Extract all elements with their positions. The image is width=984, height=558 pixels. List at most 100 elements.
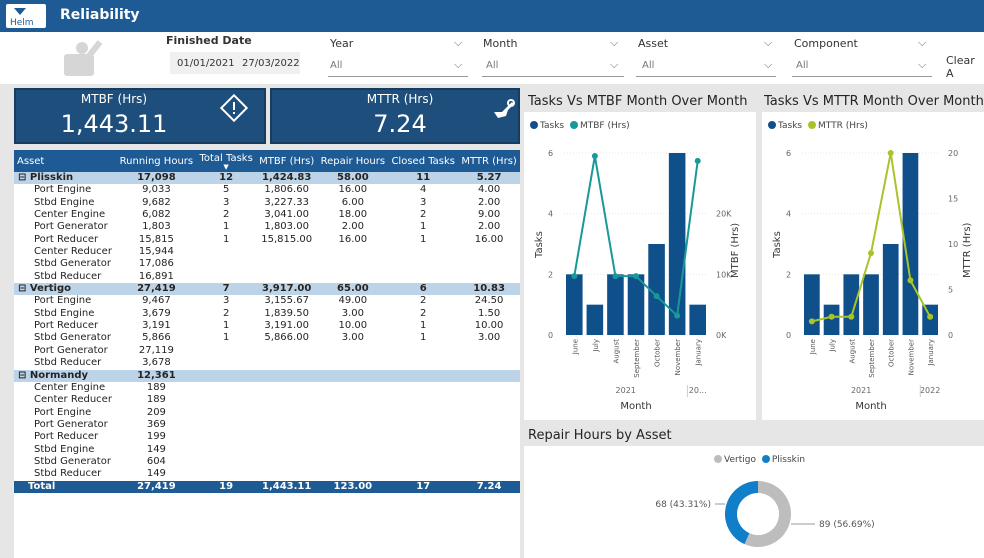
year-dropdown[interactable]: All xyxy=(330,60,342,71)
col-header-running-hours[interactable]: Running Hours xyxy=(116,150,197,172)
line-point xyxy=(828,313,835,320)
table-row[interactable]: Port Reducer 3,191 1 3,191.00 10.00 1 10.00 xyxy=(14,320,520,332)
legend-dot xyxy=(761,455,770,463)
table-row[interactable]: Stbd Generator 604 xyxy=(14,456,520,468)
table-cell xyxy=(317,456,388,468)
table-cell: 3,227.33 xyxy=(264,196,309,208)
group-name-cell[interactable]: ⊟ Normandy xyxy=(14,369,117,382)
table-row[interactable]: Center Engine 189 xyxy=(14,382,520,394)
table-row[interactable]: Port Generator 369 xyxy=(14,419,520,431)
table-cell: 10.83 xyxy=(458,283,520,296)
date-to-input[interactable]: 27/03/2022 xyxy=(242,58,300,69)
table-group-row[interactable]: ⊟ Plisskin 17,098 12 1,424.83 58.00 11 5.27 xyxy=(14,172,520,185)
collapse-icon[interactable]: ⊟ xyxy=(18,370,30,381)
table-row[interactable]: Stbd Engine 149 xyxy=(14,444,520,456)
col-header-mtbf[interactable]: MTBF (Hrs) xyxy=(255,150,318,172)
table-row[interactable]: Stbd Generator 17,086 xyxy=(14,258,520,270)
table-group-row[interactable]: ⊟ Normandy 12,361 xyxy=(14,369,520,382)
table-cell: 3,155.67 xyxy=(264,295,309,307)
filter-bar: Finished Date 01/01/2021 27/03/2022 Year… xyxy=(0,32,984,84)
mttr-value: 7.24 xyxy=(373,110,427,138)
group-name-cell[interactable]: ⊟ Plisskin xyxy=(14,172,117,185)
table-row[interactable]: Center Reducer 15,944 xyxy=(14,246,520,258)
table-row[interactable]: Center Reducer 189 xyxy=(14,394,520,406)
table-row[interactable]: Port Engine 9,467 3 3,155.67 49.00 2 24.50 xyxy=(14,295,520,307)
col-header-repair-hours[interactable]: Repair Hours xyxy=(317,150,389,172)
table-cell xyxy=(196,258,256,270)
table-row[interactable]: Port Reducer 15,815 1 15,815.00 16.00 1 16.00 xyxy=(14,234,520,246)
table-row[interactable]: Stbd Reducer 149 xyxy=(14,468,520,480)
table-cell xyxy=(196,246,256,258)
col-header-mttr[interactable]: MTTR (Hrs) xyxy=(458,150,520,172)
table-cell: 3.00 xyxy=(341,332,364,344)
component-dropdown[interactable]: All xyxy=(796,60,808,71)
chevron-down-icon[interactable]: ⌵ xyxy=(610,36,618,50)
table-cell: 3.00 xyxy=(477,332,501,344)
table-row[interactable]: Stbd Generator 5,866 1 5,866.00 3.00 1 3.00 xyxy=(14,332,520,344)
chevron-down-icon[interactable]: ⌵ xyxy=(764,58,772,72)
table-cell: Stbd Reducer xyxy=(34,270,102,282)
chevron-down-icon[interactable]: ⌵ xyxy=(918,36,926,50)
table-cell: Stbd Generator xyxy=(34,332,111,344)
line-point xyxy=(808,318,815,325)
table-cell xyxy=(388,431,458,443)
chevron-down-icon[interactable]: ⌵ xyxy=(918,58,926,72)
col-header-asset[interactable]: Asset xyxy=(14,150,117,172)
table-cell xyxy=(196,394,256,406)
clear-all-button[interactable]: Clear A xyxy=(946,54,984,80)
date-from-input[interactable]: 01/01/2021 xyxy=(177,58,235,69)
chevron-down-icon[interactable]: ⌵ xyxy=(454,58,462,72)
col-header-total-tasks[interactable]: Total Tasks ▼ xyxy=(196,150,256,172)
table-cell xyxy=(317,407,388,419)
col-header-closed-tasks[interactable]: Closed Tasks xyxy=(388,150,459,172)
table-row[interactable]: Port Reducer 199 xyxy=(14,431,520,443)
year-label: 20... xyxy=(689,386,707,395)
x-tick-label: November xyxy=(674,339,682,376)
table-group-row[interactable]: ⊟ Vertigo 27,419 7 3,917.00 65.00 6 10.83 xyxy=(14,283,520,296)
table-cell xyxy=(255,369,318,382)
table-row[interactable]: Stbd Engine 9,682 3 3,227.33 6.00 3 2.00 xyxy=(14,197,520,209)
line-point xyxy=(887,150,894,156)
line-point xyxy=(591,153,598,160)
total-cell: 7.24 xyxy=(458,480,520,493)
table-cell: 3.00 xyxy=(341,307,364,319)
month-dropdown[interactable]: All xyxy=(486,60,498,71)
table-row[interactable]: Port Engine 9,033 5 1,806.60 16.00 4 4.00 xyxy=(14,184,520,196)
table-row[interactable]: Stbd Engine 3,679 2 1,839.50 3.00 2 1.50 xyxy=(14,308,520,320)
table-row[interactable]: Center Engine 6,082 2 3,041.00 18.00 2 9.00 xyxy=(14,209,520,221)
table-row[interactable]: Port Generator 1,803 1 1,803.00 2.00 1 2.00 xyxy=(14,221,520,233)
table-row[interactable]: Stbd Reducer 16,891 xyxy=(14,271,520,283)
collapse-icon[interactable]: ⊟ xyxy=(18,172,30,183)
asset-table-panel: Asset Running Hours Total Tasks ▼ MTBF (H… xyxy=(14,150,520,558)
table-cell xyxy=(458,468,520,480)
chevron-down-icon[interactable]: ⌵ xyxy=(454,36,462,50)
table-cell: 3,917.00 xyxy=(255,283,318,296)
asset-dropdown[interactable]: All xyxy=(642,60,654,71)
table-cell xyxy=(317,258,388,270)
legend-label: Vertigo xyxy=(724,455,756,465)
table-cell: 189 xyxy=(146,381,166,393)
table-cell xyxy=(388,357,458,369)
group-name-cell[interactable]: ⊟ Vertigo xyxy=(14,283,117,296)
finished-date-label: Finished Date xyxy=(166,34,252,47)
table-row[interactable]: Port Generator 27,119 xyxy=(14,345,520,357)
chevron-down-icon[interactable]: ⌵ xyxy=(610,58,618,72)
table-row[interactable]: Stbd Reducer 3,678 xyxy=(14,357,520,369)
table-cell: Port Reducer xyxy=(34,233,99,245)
chevron-down-icon[interactable]: ⌵ xyxy=(764,36,772,50)
table-cell xyxy=(196,369,256,382)
table-cell: Port Engine xyxy=(34,406,92,418)
component-label: Component xyxy=(794,37,858,50)
table-row[interactable]: Port Engine 209 xyxy=(14,407,520,419)
table-cell xyxy=(388,468,458,480)
table-cell xyxy=(256,468,317,480)
collapse-icon[interactable]: ⊟ xyxy=(18,283,30,294)
table-cell: Stbd Engine xyxy=(34,196,95,208)
year-label: Year xyxy=(330,37,354,50)
data-label: 68 (43.31%) xyxy=(655,500,711,510)
table-cell: 7 xyxy=(196,283,256,296)
legend-dot xyxy=(714,455,722,463)
y2-tick-label: 20K xyxy=(716,210,732,219)
table-cell xyxy=(196,407,256,419)
y-tick-label: 6 xyxy=(786,149,791,158)
